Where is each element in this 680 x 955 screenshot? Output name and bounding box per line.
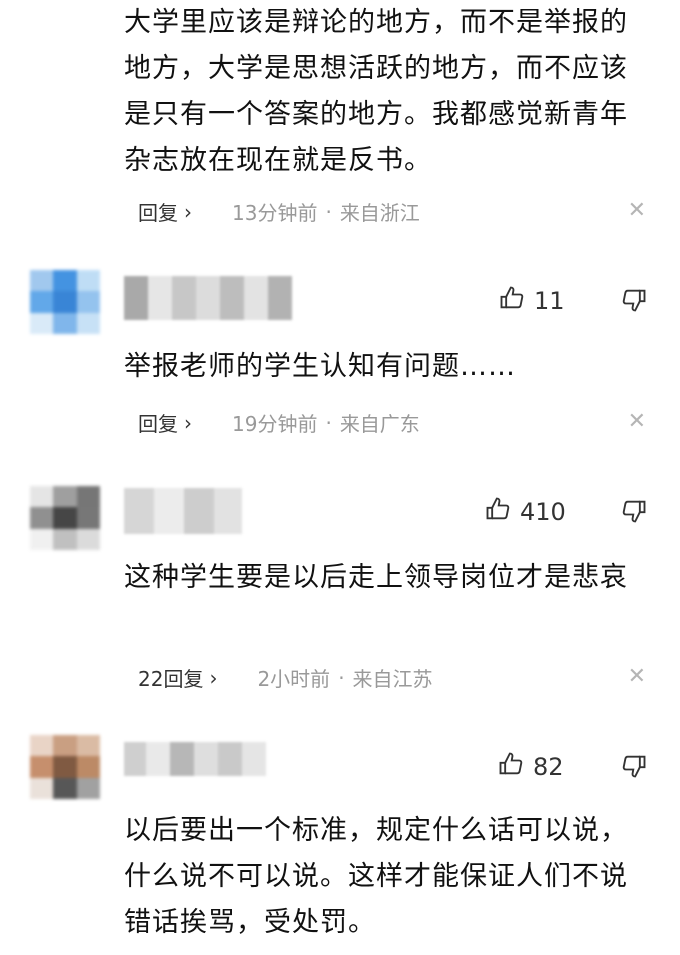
like-button[interactable]: 410	[484, 495, 566, 529]
username-blurred[interactable]	[124, 488, 242, 534]
like-count: 82	[533, 753, 564, 781]
chevron-right-icon: ›	[209, 665, 218, 690]
location: 来自江苏	[352, 667, 433, 691]
reply-label: 22回复	[138, 667, 204, 691]
thumbs-down-icon[interactable]	[620, 752, 648, 784]
thumbs-down-icon[interactable]	[620, 286, 648, 318]
thumbs-up-icon	[497, 750, 525, 784]
close-icon[interactable]: ✕	[628, 198, 646, 223]
comment-text: 大学里应该是辩论的地方，而不是举报的地方，大学是思想活跃的地方，而不应该是只有一…	[124, 7, 628, 176]
avatar[interactable]	[30, 486, 100, 550]
thumbs-up-icon	[498, 284, 526, 318]
like-button[interactable]: 82	[497, 750, 564, 784]
comment-text: 以后要出一个标准，规定什么话可以说，什么说不可以说。这样才能保证人们不说错话挨骂…	[124, 815, 628, 938]
location: 来自广东	[339, 412, 420, 436]
reply-button[interactable]: 回复 ›	[138, 408, 192, 437]
dot-separator: ·	[325, 199, 332, 224]
comment-text: 这种学生要是以后走上领导岗位才是悲哀	[124, 562, 628, 593]
comment-meta: 22回复 › 2小时前 · 来自江苏	[138, 663, 433, 692]
chevron-right-icon: ›	[184, 410, 192, 435]
timestamp: 2小时前	[257, 667, 331, 691]
dot-separator: ·	[325, 410, 332, 435]
comment-meta: 回复 › 19分钟前 · 来自广东	[138, 408, 420, 437]
thumbs-up-icon	[484, 495, 512, 529]
thumbs-down-icon[interactable]	[620, 497, 648, 529]
timestamp: 19分钟前	[232, 412, 318, 436]
reply-label: 回复	[138, 412, 178, 436]
dot-separator: ·	[338, 665, 345, 690]
close-icon[interactable]: ✕	[628, 664, 646, 689]
reply-label: 回复	[138, 201, 178, 225]
reply-button[interactable]: 回复 ›	[138, 197, 192, 226]
like-count: 410	[520, 498, 566, 526]
username-blurred[interactable]	[124, 742, 266, 776]
location: 来自浙江	[339, 201, 420, 225]
username-blurred[interactable]	[124, 276, 292, 320]
comment-text: 举报老师的学生认知有问题……	[124, 351, 516, 382]
avatar[interactable]	[30, 270, 100, 334]
chevron-right-icon: ›	[184, 199, 192, 224]
comment-meta: 回复 › 13分钟前 · 来自浙江	[138, 197, 420, 226]
like-count: 11	[534, 287, 565, 315]
timestamp: 13分钟前	[232, 201, 318, 225]
reply-button[interactable]: 22回复 ›	[138, 663, 217, 692]
like-button[interactable]: 11	[498, 284, 565, 318]
close-icon[interactable]: ✕	[628, 409, 646, 434]
avatar[interactable]	[30, 735, 100, 799]
